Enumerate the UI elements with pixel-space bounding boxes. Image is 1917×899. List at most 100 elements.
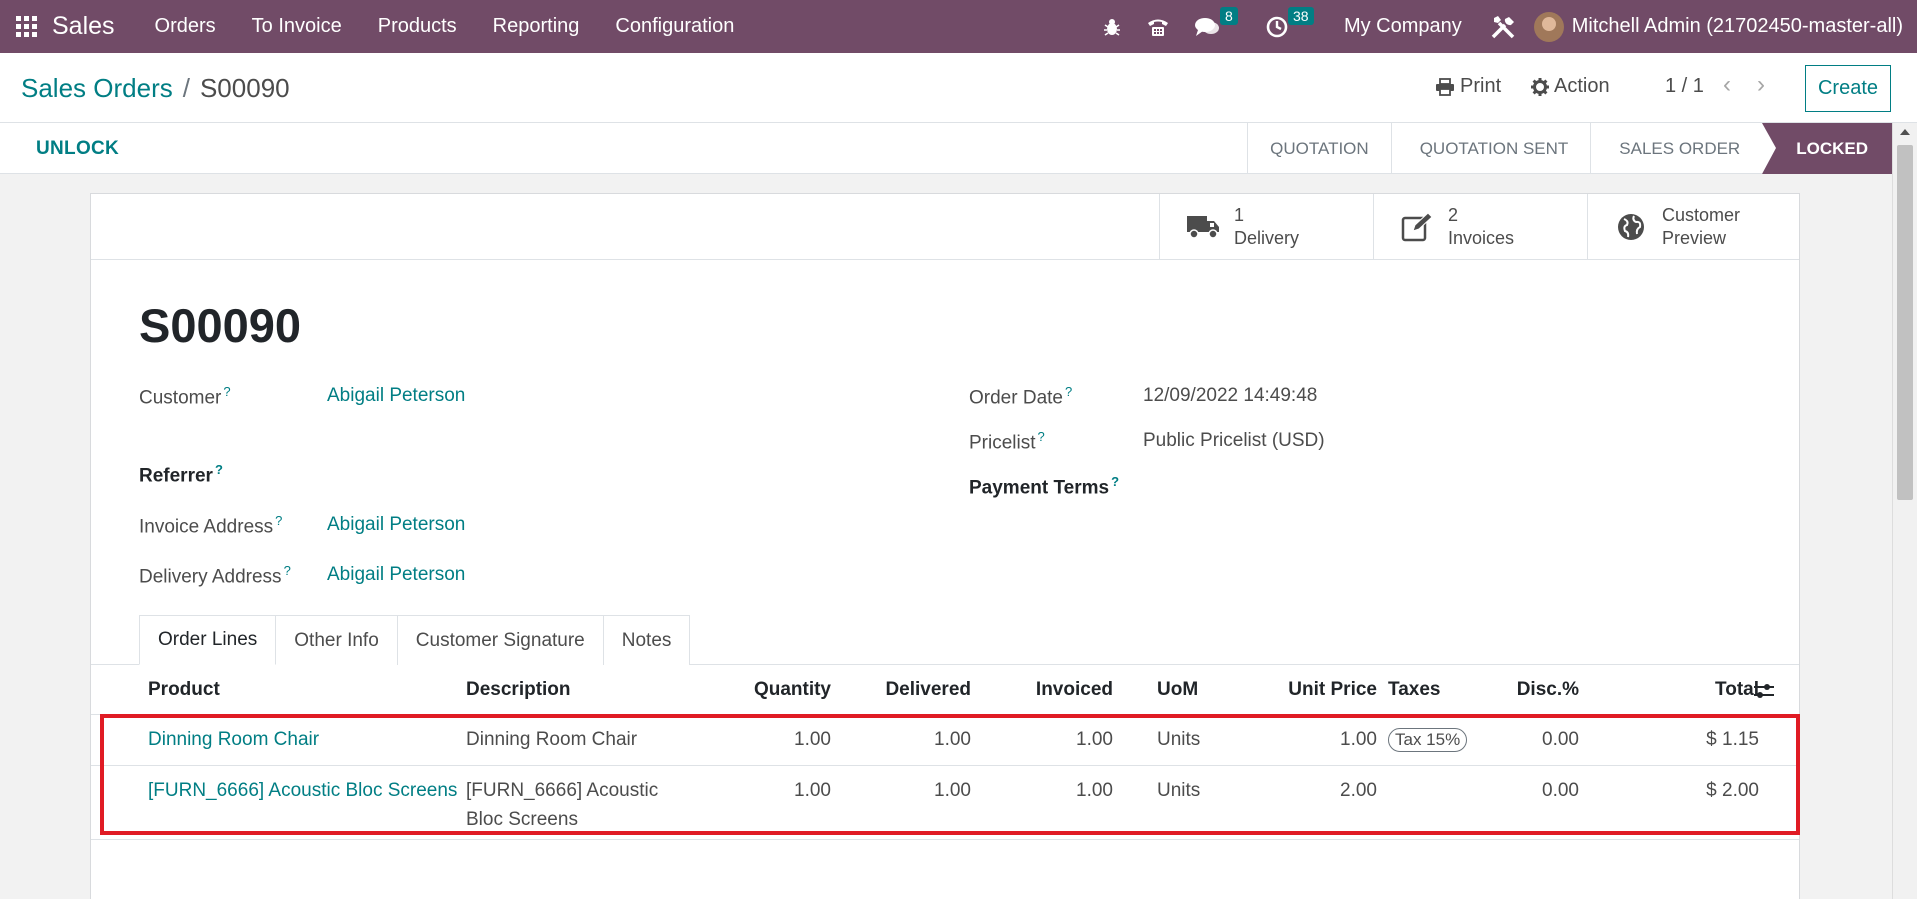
user-avatar[interactable]	[1533, 11, 1564, 42]
menu-configuration[interactable]: Configuration	[597, 0, 752, 53]
row-description-line1: [FURN_6666] Acoustic	[466, 780, 659, 801]
breadcrumb: Sales Orders / S00090	[21, 73, 290, 104]
column-taxes[interactable]: Taxes	[1388, 679, 1440, 701]
row-uom[interactable]: Units	[1157, 776, 1200, 805]
action-label: Action	[1554, 75, 1610, 97]
menu-to-invoice[interactable]: To Invoice	[234, 0, 360, 53]
stage-quotation[interactable]: QUOTATION	[1247, 123, 1391, 174]
row-description[interactable]: [FURN_6666] Acoustic Bloc Screens	[466, 776, 658, 834]
delivery-label: Delivery	[1234, 227, 1300, 248]
order-date-field[interactable]: 12/09/2022 14:49:48	[1143, 385, 1317, 407]
column-unit-price[interactable]: Unit Price	[1211, 679, 1377, 701]
activities-icon[interactable]: 38	[1254, 0, 1328, 53]
column-discount[interactable]: Disc.%	[1451, 679, 1579, 701]
delivery-count: 1	[1234, 204, 1245, 225]
pricelist-label: Pricelist?	[969, 429, 1045, 454]
breadcrumb-current: S00090	[199, 73, 290, 103]
row-quantity[interactable]: 1.00	[711, 725, 831, 754]
customer-preview-button[interactable]: Customer Preview	[1587, 194, 1801, 259]
row-discount[interactable]: 0.00	[1451, 776, 1579, 805]
preview-line1: Customer	[1662, 204, 1741, 225]
column-product[interactable]: Product	[148, 679, 220, 701]
row-delivered[interactable]: 1.00	[851, 725, 971, 754]
row-invoiced: 1.00	[1076, 780, 1113, 801]
tab-customer-signature[interactable]: Customer Signature	[396, 615, 604, 665]
referrer-label: Referrer?	[139, 462, 223, 487]
stage-pipeline: QUOTATION QUOTATION SENT SALES ORDER LOC…	[1247, 123, 1892, 174]
row-product[interactable]: Dinning Room Chair	[148, 725, 319, 754]
column-description[interactable]: Description	[466, 679, 571, 701]
column-delivered[interactable]: Delivered	[851, 679, 971, 701]
column-invoiced[interactable]: Invoiced	[991, 679, 1113, 701]
tab-notes[interactable]: Notes	[602, 615, 691, 665]
row-invoiced: 1.00	[1076, 729, 1113, 750]
action-button[interactable]: Action	[1531, 75, 1610, 98]
row-description-line2: Bloc Screens	[466, 809, 578, 830]
row-delivered[interactable]: 1.00	[851, 776, 971, 805]
phone-icon[interactable]	[1134, 0, 1182, 53]
breadcrumb-separator: /	[182, 73, 190, 103]
optional-columns-icon[interactable]	[1753, 682, 1775, 706]
invoice-address-label: Invoice Address?	[139, 513, 283, 538]
row-uom[interactable]: Units	[1157, 725, 1200, 754]
invoice-address-field[interactable]: Abigail Peterson	[327, 514, 465, 536]
preview-line2: Preview	[1662, 227, 1727, 248]
row-total: $ 1.15	[1706, 729, 1759, 750]
row-product[interactable]: [FURN_6666] Acoustic Bloc Screens	[148, 776, 457, 805]
app-brand[interactable]: Sales	[52, 12, 115, 41]
row-discount[interactable]: 0.00	[1451, 725, 1579, 754]
row-unit-price[interactable]: 2.00	[1211, 776, 1377, 805]
order-lines-header: Product Description Quantity Delivered I…	[91, 665, 1799, 715]
column-uom[interactable]: UoM	[1157, 679, 1198, 701]
table-row[interactable]: [FURN_6666] Acoustic Bloc Screens [FURN_…	[91, 766, 1799, 840]
row-unit-price[interactable]: 1.00	[1211, 725, 1377, 754]
unlock-button[interactable]: UNLOCK	[36, 138, 119, 160]
delivery-address-label: Delivery Address?	[139, 563, 291, 588]
print-button[interactable]: Print	[1435, 75, 1501, 98]
record-title: S00090	[139, 299, 302, 352]
column-quantity[interactable]: Quantity	[711, 679, 831, 701]
pager-next-icon[interactable]: ›	[1757, 71, 1765, 99]
notebook-tabs: Order Lines Other Info Customer Signatur…	[139, 615, 691, 665]
help-mark: ?	[223, 384, 231, 399]
table-row[interactable]: Dinning Room Chair Dinning Room Chair 1.…	[91, 715, 1799, 766]
help-mark: ?	[1037, 429, 1045, 444]
company-switcher[interactable]: My Company	[1328, 15, 1478, 38]
menu-products[interactable]: Products	[360, 0, 475, 53]
globe-icon	[1614, 210, 1648, 244]
pager-previous-icon[interactable]: ‹	[1723, 71, 1731, 99]
invoices-count: 2	[1448, 204, 1459, 225]
menu-orders[interactable]: Orders	[137, 0, 234, 53]
scroll-up-arrow-icon[interactable]	[1900, 129, 1910, 135]
print-label: Print	[1460, 75, 1502, 97]
scroll-thumb[interactable]	[1897, 145, 1913, 500]
create-button[interactable]: Create	[1805, 65, 1891, 112]
help-mark: ?	[283, 563, 291, 578]
invoices-smart-button[interactable]: 2 Invoices	[1373, 194, 1587, 259]
stage-quotation-sent[interactable]: QUOTATION SENT	[1390, 123, 1591, 174]
customer-field[interactable]: Abigail Peterson	[327, 385, 465, 407]
apps-menu-icon[interactable]	[0, 0, 52, 53]
page-scrollbar[interactable]	[1892, 123, 1917, 899]
help-mark: ?	[1111, 474, 1120, 489]
user-menu[interactable]: Mitchell Admin (21702450-master-all)	[1572, 15, 1917, 38]
breadcrumb-sales-orders[interactable]: Sales Orders	[21, 73, 173, 103]
tab-order-lines[interactable]: Order Lines	[139, 615, 277, 665]
row-total: $ 2.00	[1706, 780, 1759, 801]
messages-icon[interactable]: 8	[1182, 0, 1254, 53]
tab-other-info[interactable]: Other Info	[275, 615, 398, 665]
print-icon	[1436, 77, 1454, 96]
row-description[interactable]: Dinning Room Chair	[466, 725, 637, 754]
pricelist-field[interactable]: Public Pricelist (USD)	[1143, 430, 1325, 452]
delivery-smart-button[interactable]: 1 Delivery	[1159, 194, 1373, 259]
smart-button-box: 1 Delivery 2 Invoices Customer Preview	[91, 194, 1799, 260]
bug-icon[interactable]	[1090, 0, 1134, 53]
pager-value[interactable]: 1 / 1	[1665, 75, 1704, 98]
row-quantity[interactable]: 1.00	[711, 776, 831, 805]
column-total[interactable]: Total	[1611, 679, 1759, 701]
menu-reporting[interactable]: Reporting	[475, 0, 598, 53]
tools-icon[interactable]	[1478, 0, 1534, 53]
delivery-address-field[interactable]: Abigail Peterson	[327, 564, 465, 586]
stage-locked[interactable]: LOCKED	[1762, 123, 1892, 174]
stage-sales-order[interactable]: SALES ORDER	[1590, 123, 1762, 174]
